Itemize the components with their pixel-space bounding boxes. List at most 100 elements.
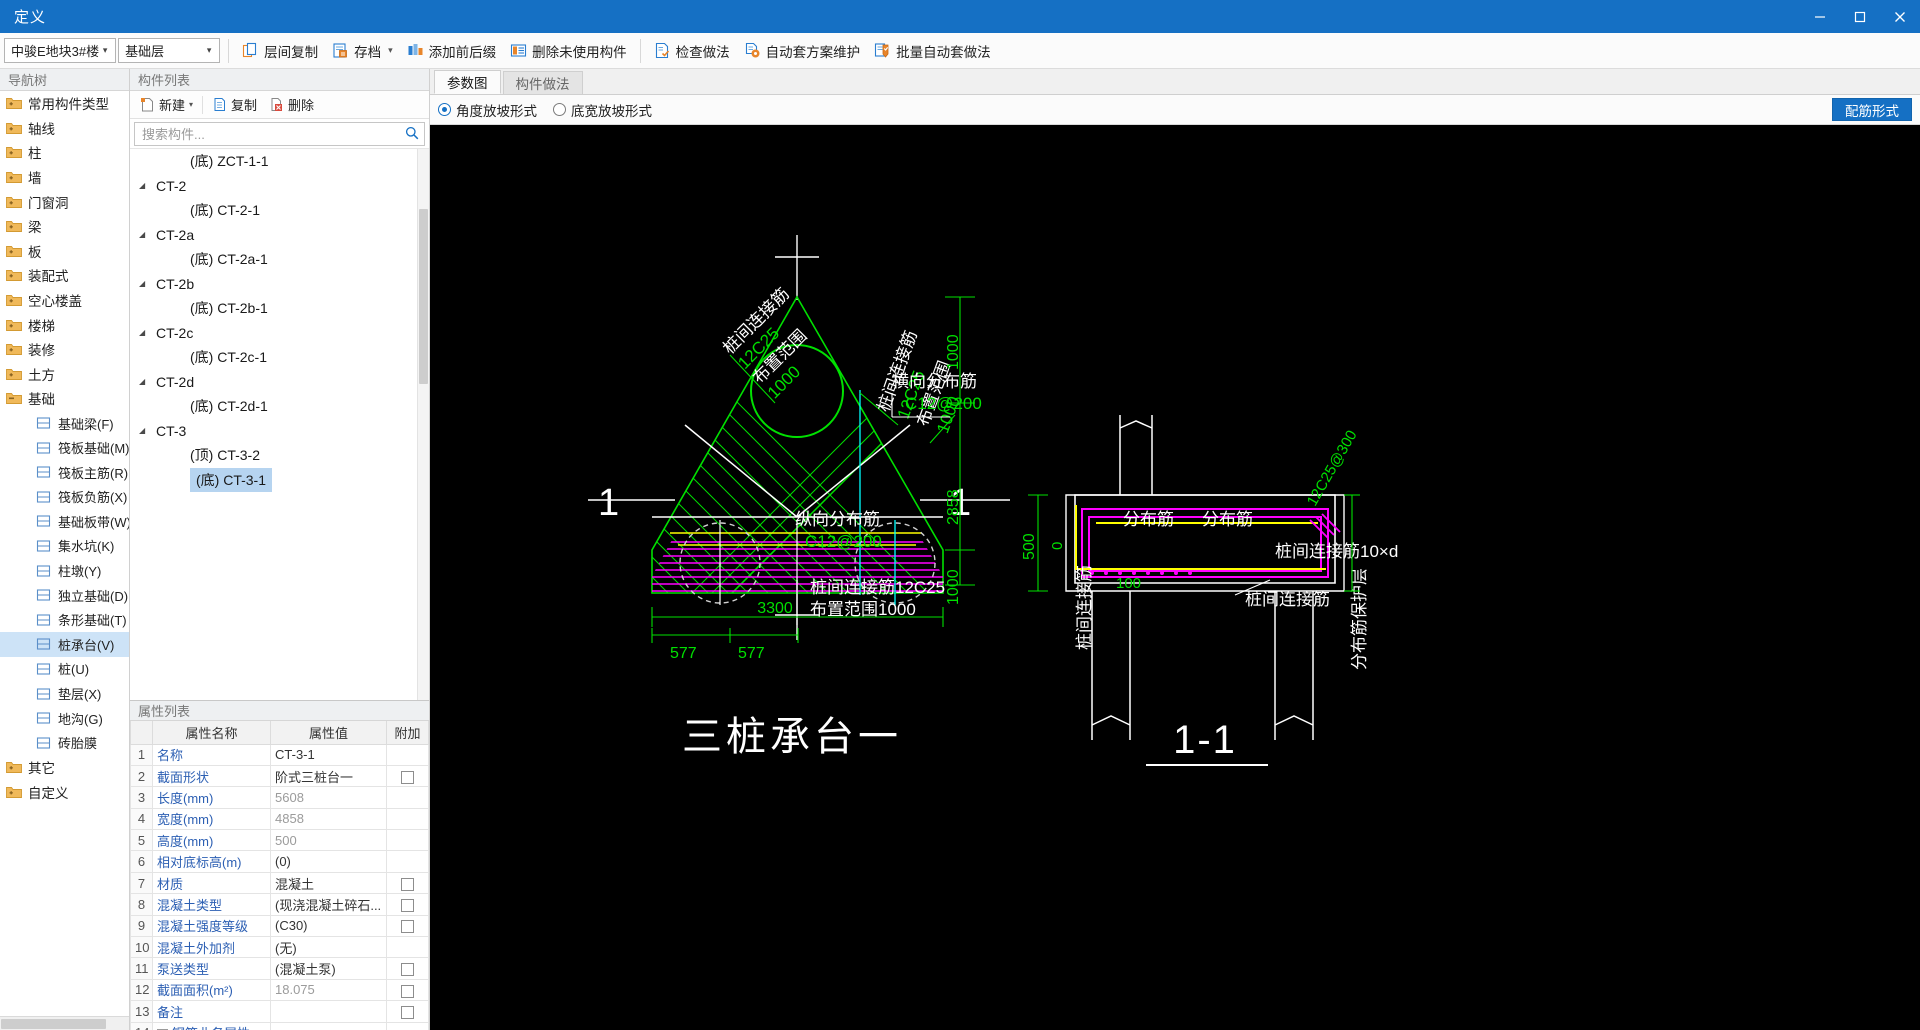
toolbar-add-prefix-suffix[interactable]: 添加前后缀 — [400, 37, 504, 65]
radio-button-icon[interactable] — [438, 103, 451, 116]
sidebar-item-pile[interactable]: 桩(U) — [0, 657, 129, 682]
rebar-form-button[interactable]: 配筋形式 — [1832, 98, 1912, 121]
component-group-row[interactable]: ◢ CT-3 — [130, 419, 429, 444]
property-row[interactable]: 10 混凝土外加剂 (无) — [130, 936, 429, 959]
checkbox[interactable] — [401, 1005, 414, 1019]
property-value[interactable]: 混凝土 — [270, 871, 387, 895]
sidebar-item-sump-pit[interactable]: 集水坑(K) — [0, 534, 129, 559]
expand-caret-icon[interactable]: ◢ — [139, 328, 151, 337]
property-value[interactable]: 500 — [270, 829, 387, 852]
sidebar-item-foundation-slab-band[interactable]: 基础板带(W) — [0, 509, 129, 534]
toolbar-auto-scheme-maintain[interactable]: 自动套方案维护 — [737, 37, 868, 65]
component-leaf-row[interactable]: (底) CT-2d-1 — [130, 394, 429, 419]
checkbox[interactable] — [401, 920, 414, 934]
sidebar-item-trailing-0[interactable]: 其它 — [0, 755, 129, 780]
property-value[interactable] — [270, 1021, 387, 1030]
sidebar-item-pile-cap[interactable]: 桩承台(V) — [0, 632, 129, 657]
property-row[interactable]: 1 名称 CT-3-1 — [130, 743, 429, 766]
radio-bottom-width-slope[interactable]: 底宽放坡形式 — [553, 100, 652, 120]
component-group-row[interactable]: ◢ CT-2a — [130, 223, 429, 248]
property-row[interactable]: 13 备注 — [130, 1000, 429, 1023]
expand-caret-icon[interactable]: ◢ — [139, 279, 151, 288]
property-row[interactable]: 8 混凝土类型 (现浇混凝土碎石... — [130, 893, 429, 916]
sidebar-item-10[interactable]: 装修 — [0, 337, 129, 362]
sidebar-item-8[interactable]: 空心楼盖 — [0, 288, 129, 313]
sidebar-item-trailing-1[interactable]: 自定义 — [0, 780, 129, 805]
sidebar-item-4[interactable]: 门窗洞 — [0, 189, 129, 214]
tab-component-method[interactable]: 构件做法 — [502, 71, 583, 94]
project-selector[interactable]: 中骏E地块3#楼 ▾ — [4, 38, 117, 63]
sidebar-item-beam[interactable]: 基础梁(F) — [0, 411, 129, 436]
property-value[interactable]: (0) — [270, 850, 387, 873]
property-extra[interactable] — [386, 1000, 429, 1023]
checkbox[interactable] — [401, 984, 414, 998]
property-row[interactable]: 6 相对底标高(m) (0) — [130, 850, 429, 873]
sidebar-item-raft-main-rebar[interactable]: 筏板主筋(R) — [0, 460, 129, 485]
sidebar-item-12[interactable]: 基础 — [0, 386, 129, 411]
expand-caret-icon[interactable]: ◢ — [139, 181, 151, 190]
drawing-canvas[interactable]: 桩间连接筋 12C25 布置范围 1000 桩间连接筋 12C25 布置范围 1… — [430, 125, 1920, 1030]
sidebar-item-7[interactable]: 装配式 — [0, 263, 129, 288]
property-row[interactable]: 11 泵送类型 (混凝土泵) — [130, 957, 429, 980]
sidebar-item-cushion[interactable]: 垫层(X) — [0, 681, 129, 706]
sidebar-item-column-pier[interactable]: 柱墩(Y) — [0, 558, 129, 583]
expand-caret-icon[interactable]: ◢ — [139, 230, 151, 239]
sidebar-item-brick-formwork[interactable]: 砖胎膜 — [0, 730, 129, 755]
toolbar-copy-between-floors[interactable]: 层间复制 — [235, 37, 325, 65]
component-group-row[interactable]: ◢ CT-2b — [130, 272, 429, 297]
component-group-row[interactable]: ◢ CT-2d — [130, 370, 429, 395]
sidebar-item-3[interactable]: 墙 — [0, 165, 129, 190]
toolbar-delete-unused[interactable]: 删除未使用构件 — [503, 37, 634, 65]
sidebar-item-6[interactable]: 板 — [0, 239, 129, 264]
property-row[interactable]: 5 高度(mm) 500 — [130, 829, 429, 852]
new-component-button[interactable]: 新建 ▾ — [134, 94, 199, 116]
property-value[interactable] — [270, 1000, 387, 1023]
property-extra[interactable] — [386, 1021, 429, 1030]
sidebar-item-2[interactable]: 柱 — [0, 140, 129, 165]
component-tree-scrollbar[interactable] — [417, 149, 429, 700]
component-group-row[interactable]: ◢ CT-2 — [130, 174, 429, 199]
search-icon[interactable] — [405, 126, 419, 143]
expand-caret-icon[interactable]: ◢ — [139, 377, 151, 386]
component-leaf-row[interactable]: (顶) CT-3-2 — [130, 443, 429, 468]
property-extra[interactable] — [386, 764, 429, 788]
toolbar-batch-auto-method[interactable]: 批量自动套做法 — [867, 37, 998, 65]
scrollbar-thumb[interactable] — [419, 209, 428, 384]
copy-component-button[interactable]: 复制 — [206, 94, 263, 116]
property-value[interactable]: (C30) — [270, 914, 387, 938]
minimize-button[interactable] — [1800, 0, 1840, 33]
radio-button-icon[interactable] — [553, 103, 566, 116]
property-extra[interactable] — [386, 957, 429, 980]
maximize-button[interactable] — [1840, 0, 1880, 33]
navigation-horizontal-scrollbar[interactable] — [0, 1016, 129, 1030]
property-row[interactable]: 12 截面面积(m²) 18.075 — [130, 978, 429, 1002]
close-button[interactable] — [1880, 0, 1920, 33]
sidebar-item-11[interactable]: 土方 — [0, 362, 129, 387]
sidebar-item-1[interactable]: 轴线 — [0, 116, 129, 141]
scrollbar-thumb[interactable] — [1, 1019, 106, 1029]
checkbox[interactable] — [401, 898, 414, 912]
sidebar-item-5[interactable]: 梁 — [0, 214, 129, 239]
property-row[interactable]: 2 截面形状 阶式三桩台一 — [130, 764, 429, 788]
property-extra[interactable] — [386, 936, 429, 959]
sidebar-item-raft-foundation[interactable]: 筏板基础(M) — [0, 435, 129, 460]
radio-angle-slope[interactable]: 角度放坡形式 — [438, 100, 537, 120]
sidebar-item-trench[interactable]: 地沟(G) — [0, 706, 129, 731]
property-value[interactable]: 18.075 — [270, 978, 387, 1002]
component-leaf-row[interactable]: (底) CT-2-1 — [130, 198, 429, 223]
checkbox[interactable] — [401, 963, 414, 977]
property-extra[interactable] — [386, 743, 429, 766]
component-tree[interactable]: (底) ZCT-1-1 ◢ CT-2 (底) CT-2-1 ◢ CT-2a (底) CT-2… — [130, 148, 429, 700]
property-extra[interactable] — [386, 807, 429, 831]
property-extra[interactable] — [386, 786, 429, 809]
property-row[interactable]: 4 宽度(mm) 4858 — [130, 807, 429, 831]
property-extra[interactable] — [386, 914, 429, 938]
floor-selector[interactable]: 基础层 ▾ — [118, 38, 221, 63]
property-value[interactable]: CT-3-1 — [270, 743, 387, 766]
toolbar-check-method[interactable]: 检查做法 — [647, 37, 737, 65]
component-group-row[interactable]: ◢ CT-2c — [130, 321, 429, 346]
property-value[interactable]: (无) — [270, 936, 387, 959]
sidebar-item-strip-foundation[interactable]: 条形基础(T) — [0, 607, 129, 632]
component-search-box[interactable] — [134, 122, 425, 146]
component-leaf-row[interactable]: (底) ZCT-1-1 — [130, 149, 429, 174]
